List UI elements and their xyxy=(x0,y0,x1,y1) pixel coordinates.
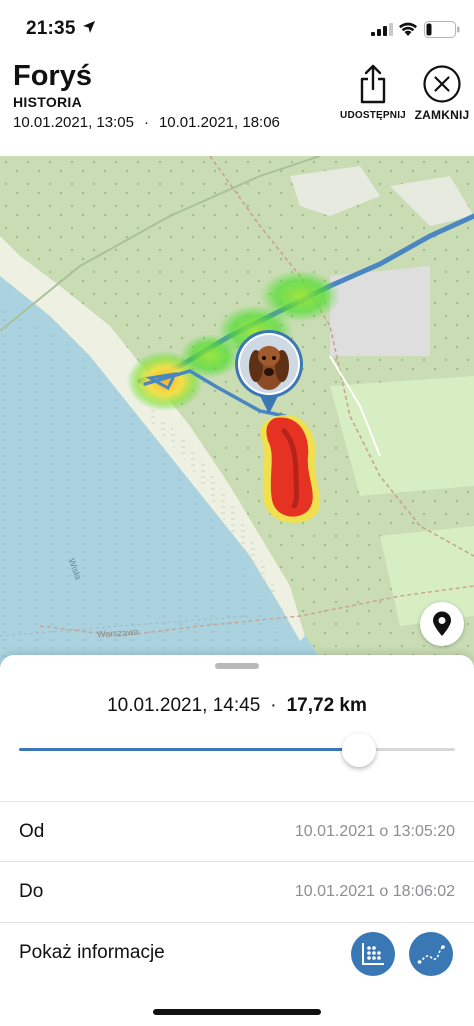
sheet-grabber[interactable] xyxy=(215,663,259,669)
close-label: ZAMKNIJ xyxy=(414,108,470,122)
position-summary: 10.01.2021, 14:45 · 17,72 km xyxy=(0,695,474,717)
location-arrow-icon xyxy=(83,21,95,33)
show-info-label: Pokaż informacje xyxy=(19,942,165,963)
header: Foryś HISTORIA 10.01.2021, 13:05 · 10.01.2… xyxy=(0,56,474,156)
cellular-signal-icon xyxy=(371,23,393,36)
route-icon xyxy=(417,945,445,964)
share-icon xyxy=(360,64,386,104)
close-button[interactable]: ZAMKNIJ xyxy=(409,64,474,122)
date-range: 10.01.2021, 13:05 · 10.01.2021, 18:06 xyxy=(13,114,280,131)
map-view[interactable]: Wisła Warszawa xyxy=(0,156,474,676)
route-button[interactable] xyxy=(409,932,453,976)
summary-separator: · xyxy=(270,695,277,716)
slider-thumb[interactable] xyxy=(342,733,376,767)
share-button[interactable]: UDOSTĘPNIJ xyxy=(339,64,407,121)
location-pin-icon xyxy=(433,611,451,636)
start-time-value: 10.01.2021 o 13:05:20 xyxy=(294,823,455,840)
share-label: UDOSTĘPNIJ xyxy=(340,110,406,121)
current-timestamp: 10.01.2021, 14:45 xyxy=(107,695,261,716)
close-icon xyxy=(423,65,461,103)
wifi-icon xyxy=(399,22,417,36)
start-time-row: Od 10.01.2021 o 13:05:20 xyxy=(0,801,474,861)
start-time-label: Od xyxy=(19,821,45,842)
time-slider[interactable] xyxy=(19,733,455,767)
slider-fill xyxy=(19,748,359,751)
distance-value: 17,72 km xyxy=(286,695,367,716)
locate-button[interactable] xyxy=(420,602,464,646)
history-panel: 10.01.2021, 14:45 · 17,72 km Od 10.01.2021… xyxy=(0,655,474,1026)
home-indicator[interactable] xyxy=(153,1009,321,1015)
range-start: 10.01.2021, 13:05 xyxy=(13,114,134,131)
status-bar: 21:35 xyxy=(0,0,474,56)
pet-location-marker[interactable] xyxy=(234,326,304,416)
stats-grid-icon xyxy=(362,943,384,965)
battery-icon xyxy=(424,21,460,38)
end-time-value: 10.01.2021 o 18:06:02 xyxy=(294,883,455,900)
end-time-row: Do 10.01.2021 o 18:06:02 xyxy=(0,861,474,921)
range-end: 10.01.2021, 18:06 xyxy=(158,114,280,131)
stats-button[interactable] xyxy=(351,932,395,976)
range-separator: · xyxy=(143,114,149,131)
show-info-row: Pokaż informacje xyxy=(0,922,474,982)
map-canvas[interactable] xyxy=(0,156,474,676)
end-time-label: Do xyxy=(19,881,44,902)
page-title: Foryś xyxy=(13,60,92,92)
page-subtitle: HISTORIA xyxy=(13,94,83,110)
status-time: 21:35 xyxy=(26,18,76,39)
